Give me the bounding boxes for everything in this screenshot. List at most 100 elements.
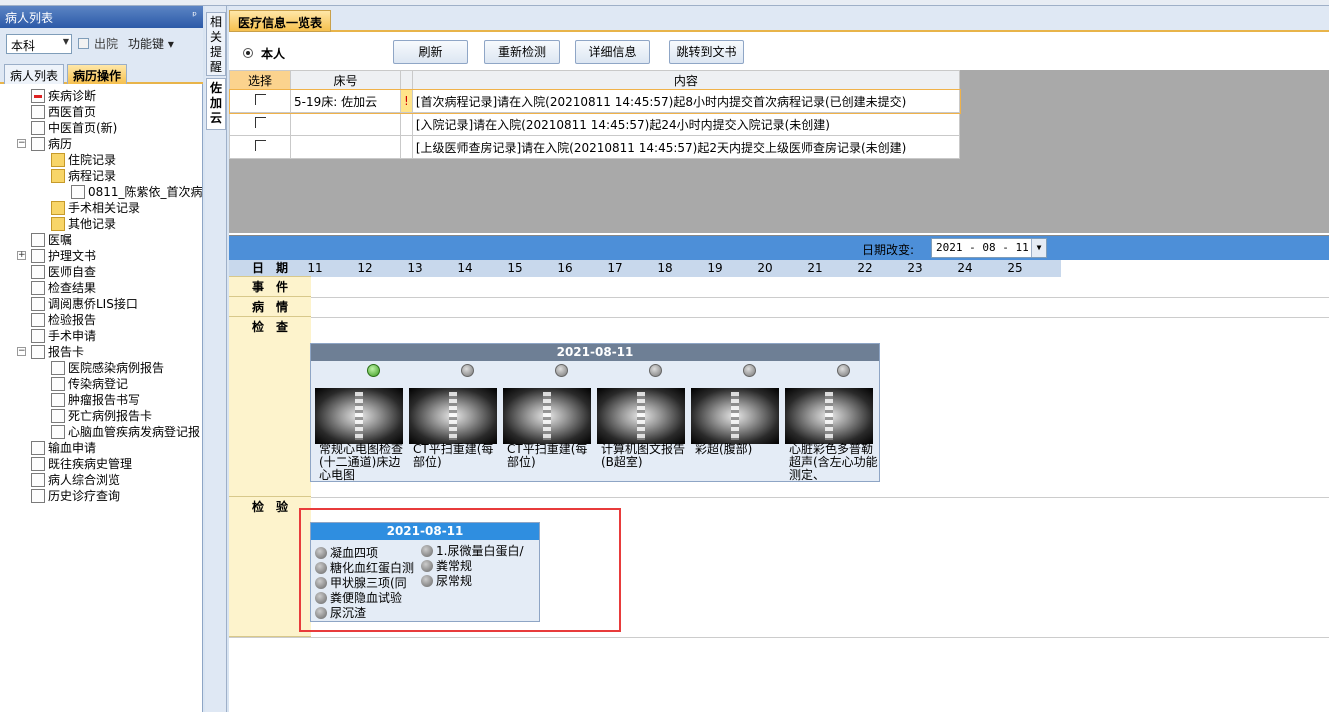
tree-item[interactable]: 疾病诊断 [31, 88, 96, 104]
side-tab-label: 佐加云 [210, 81, 223, 125]
tree-item[interactable]: 死亡病例报告卡 [51, 408, 152, 424]
tree-item[interactable]: 手术申请 [31, 328, 96, 344]
tree-item[interactable]: 心脑血管疾病发病登记报 [51, 424, 200, 440]
row-checkbox[interactable] [254, 117, 266, 128]
tree-item[interactable]: 西医首页 [31, 104, 96, 120]
collapse-icon[interactable]: − [17, 139, 26, 148]
document-icon [31, 457, 45, 471]
tab-record-operations[interactable]: 病历操作 [67, 64, 128, 84]
tree-item[interactable]: 手术相关记录 [51, 200, 140, 216]
tree-item[interactable]: 肿瘤报告书写 [51, 392, 140, 408]
date-change-bar: 日期改变: 2021 - 08 - 11 ▼ [229, 236, 1329, 260]
self-radio[interactable] [243, 48, 253, 58]
exam-caption[interactable]: 彩超(腹部) [695, 443, 785, 483]
discharge-checkbox[interactable] [78, 38, 89, 49]
date-picker[interactable]: 2021 - 08 - 11 ▼ [931, 238, 1047, 258]
content-cell[interactable]: [上级医师查房记录]请在入院(20210811 14:45:57)起2天内提交上… [411, 135, 961, 159]
tree-item[interactable]: 检验报告 [31, 312, 96, 328]
bed-cell [290, 135, 401, 159]
recheck-button[interactable]: 重新检测 [484, 40, 560, 64]
chevron-down-icon: ▼ [62, 37, 69, 46]
tab-patient-list[interactable]: 病人列表 [4, 64, 65, 84]
row-checkbox-cell[interactable] [229, 135, 291, 159]
tab-patient-zuojiayun[interactable]: 佐加云 [206, 78, 226, 130]
grid-row[interactable]: [上级医师查房记录]请在入院(20210811 14:45:57)起2天内提交上… [229, 135, 961, 159]
tree-item[interactable]: 调阅惠侨LIS接口 [31, 296, 138, 312]
row-divider [229, 637, 1329, 638]
grid-row[interactable]: 5-19床: 佐加云! [首次病程记录]请在入院(20210811 14:45:5… [228, 88, 961, 114]
tree-item[interactable]: 住院记录 [51, 152, 116, 168]
tree-item[interactable]: + 护理文书 [17, 248, 97, 264]
day-label: 18 [657, 261, 673, 275]
function-key-label: 功能键 [128, 37, 165, 51]
row-label-exam: 检查 [229, 317, 311, 497]
document-icon [31, 313, 45, 327]
tree-item-label: 历史诊疗查询 [48, 489, 121, 503]
tab-medical-info-overview[interactable]: 医疗信息一览表 [229, 10, 332, 32]
tree-item[interactable]: 中医首页(新) [31, 120, 117, 136]
tree-item[interactable]: 输血申请 [31, 440, 96, 456]
document-icon [31, 233, 45, 247]
content-cell[interactable]: [首次病程记录]请在入院(20210811 14:45:57)起8小时内提交首次… [411, 89, 961, 113]
exam-image-thumbnail[interactable] [315, 388, 403, 444]
exam-card[interactable]: 2021-08-11 常规心电图检查(十二通道)床边心电图 CT平扫重建(每部位)… [310, 343, 880, 482]
tree-item[interactable]: 其他记录 [51, 216, 116, 232]
exam-caption[interactable]: CT平扫重建(每部位) [507, 443, 597, 483]
day-label: 16 [557, 261, 573, 275]
exam-caption[interactable]: 常规心电图检查(十二通道)床边心电图 [319, 443, 409, 483]
tree-item-label: 住院记录 [68, 153, 117, 167]
document-icon [51, 409, 65, 423]
exam-image-thumbnail[interactable] [503, 388, 591, 444]
tree-item-label: 护理文书 [48, 249, 97, 263]
date-change-label: 日期改变: [862, 243, 915, 257]
collapse-icon[interactable]: − [17, 347, 26, 356]
status-dot-icon [837, 364, 850, 377]
row-checkbox[interactable] [254, 140, 266, 151]
tree-item[interactable]: 医院感染病例报告 [51, 360, 164, 376]
row-checkbox[interactable] [254, 94, 266, 105]
tree-item[interactable]: 历史诊疗查询 [31, 488, 120, 504]
tree-item[interactable]: 既往疾病史管理 [31, 456, 132, 472]
tree-item[interactable]: 检查结果 [31, 280, 96, 296]
tree-item[interactable]: 传染病登记 [51, 376, 128, 392]
exam-image-thumbnail[interactable] [785, 388, 873, 444]
col-select[interactable]: 选择 [229, 70, 291, 90]
tree-item[interactable]: − 病历 [17, 136, 72, 152]
jump-to-document-button[interactable]: 跳转到文书 [669, 40, 744, 64]
exam-image-thumbnail[interactable] [597, 388, 685, 444]
row-checkbox-cell[interactable] [229, 112, 291, 136]
tree-item[interactable]: 医师自查 [31, 264, 96, 280]
grid-row[interactable]: [入院记录]请在入院(20210811 14:45:57)起24小时内提交入院记… [229, 112, 961, 136]
tree-item[interactable]: 病程记录 [51, 168, 116, 184]
document-icon [31, 345, 45, 359]
pin-icon[interactable]: ᵖ [192, 9, 197, 22]
exam-image-thumbnail[interactable] [691, 388, 779, 444]
function-key-menu[interactable]: 功能键 ▾ [128, 35, 174, 52]
tab-related-reminders[interactable]: 相关提醒 [206, 12, 226, 76]
row-checkbox-cell[interactable] [229, 89, 291, 113]
content-cell[interactable]: [入院记录]请在入院(20210811 14:45:57)起24小时内提交入院记… [411, 112, 961, 136]
dept-select[interactable]: 本科 ▼ [6, 34, 72, 54]
exam-caption[interactable]: 计算机图文报告(B超室) [601, 443, 691, 483]
expand-icon[interactable]: + [17, 251, 26, 260]
exam-caption[interactable]: 心脏彩色多普勒超声(含左心功能测定、 [789, 443, 879, 483]
exam-image-thumbnail[interactable] [409, 388, 497, 444]
flag-cell [400, 135, 413, 159]
col-content[interactable]: 内容 [411, 70, 961, 90]
col-bed[interactable]: 床号 [290, 70, 401, 90]
day-label: 19 [707, 261, 723, 275]
tree-item-label: 肿瘤报告书写 [68, 393, 141, 407]
exam-caption[interactable]: CT平扫重建(每部位) [413, 443, 503, 483]
tree-item[interactable]: 医嘱 [31, 232, 72, 248]
folder-icon [51, 153, 65, 167]
tab-label: 病人列表 [10, 69, 59, 83]
detail-button[interactable]: 详细信息 [575, 40, 650, 64]
chevron-down-icon[interactable]: ▼ [1031, 239, 1046, 257]
tree-item[interactable]: − 报告卡 [17, 344, 84, 360]
record-tree: 疾病诊断 西医首页 中医首页(新) − 病历 住院记录 病程记录 0811_陈紫依_首次病程手… [0, 86, 203, 712]
refresh-button[interactable]: 刷新 [393, 40, 468, 64]
tree-item[interactable]: 0811_陈紫依_首次病程 [71, 184, 203, 200]
tree-item-label: 手术相关记录 [68, 201, 141, 215]
tree-item[interactable]: 病人综合浏览 [31, 472, 120, 488]
tree-item-label: 传染病登记 [68, 377, 129, 391]
